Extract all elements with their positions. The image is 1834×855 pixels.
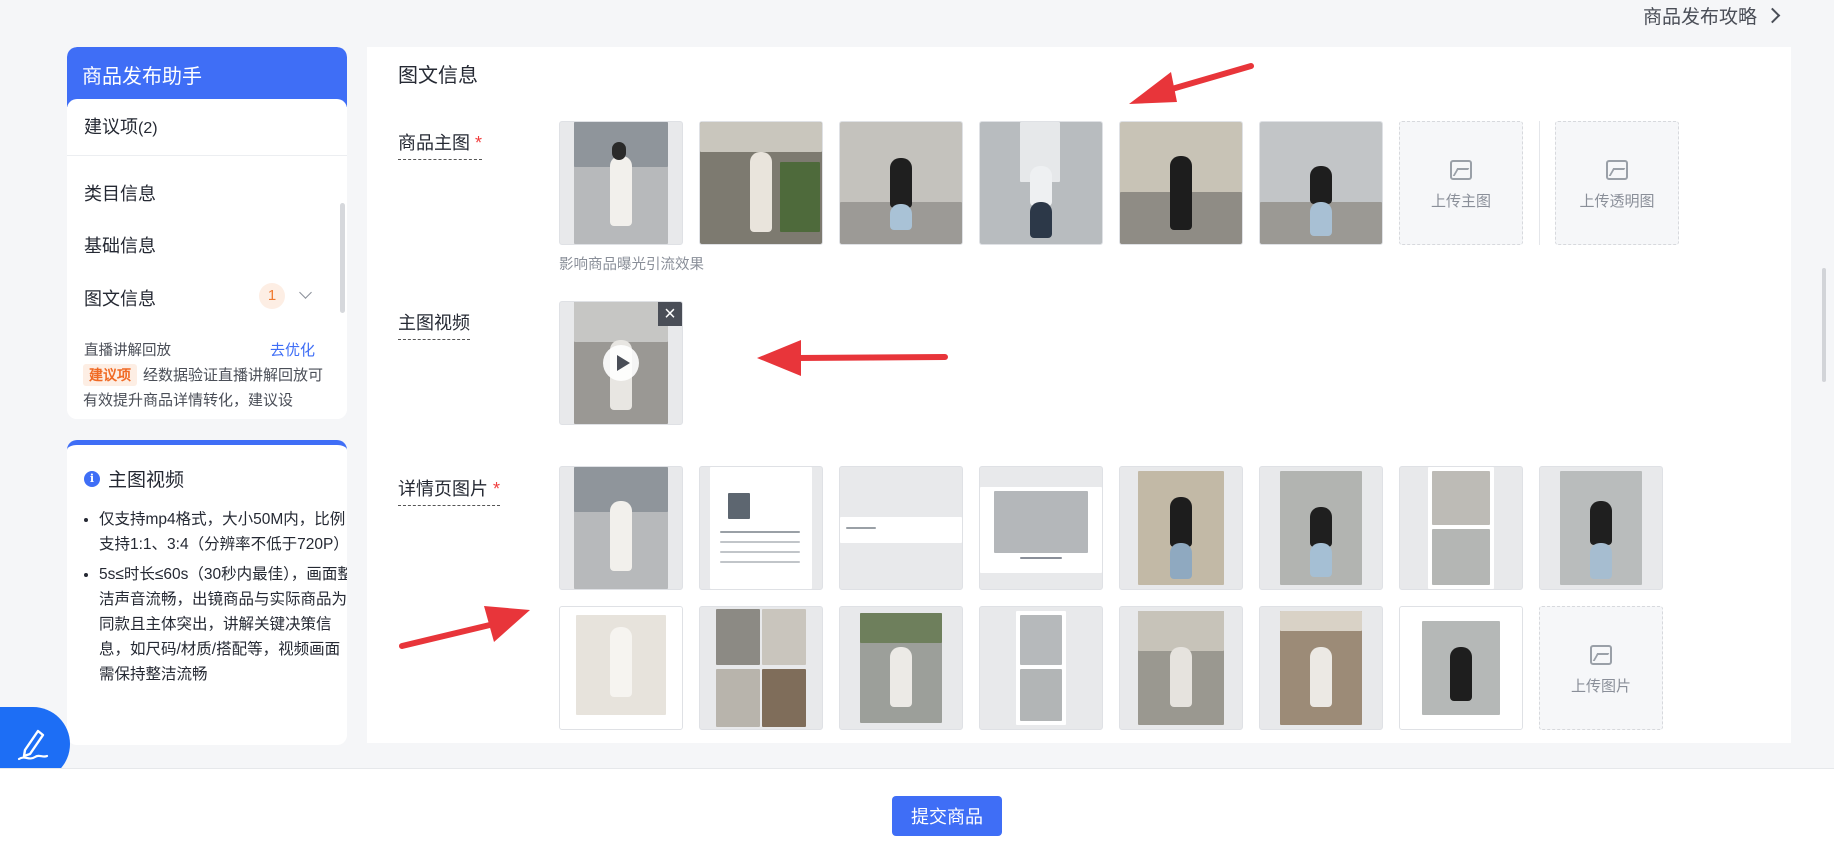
- divider: [1539, 121, 1540, 245]
- upload-transparent-label: 上传透明图: [1579, 193, 1655, 210]
- required-mark: *: [493, 479, 501, 499]
- video-label: 主图视频: [398, 309, 470, 340]
- detail-image-label-text: 详情页图片: [398, 479, 488, 499]
- main-video-thumb[interactable]: ×: [559, 301, 683, 425]
- video-tip-header: i 主图视频: [84, 465, 184, 492]
- annotation-arrow: [399, 606, 530, 649]
- required-mark: *: [475, 133, 483, 153]
- nav-item-image-text[interactable]: 图文信息: [84, 285, 156, 311]
- detail-image-thumb[interactable]: [699, 466, 823, 590]
- suggestion-tip: 建议项 经数据验证直播讲解回放可有效提升商品详情转化，建议设: [83, 363, 323, 413]
- optimize-link[interactable]: 去优化: [270, 339, 315, 360]
- main-image-hint: 影响商品曝光引流效果: [559, 257, 704, 273]
- page-scrollbar[interactable]: [1822, 268, 1826, 382]
- detail-image-thumb[interactable]: [559, 466, 683, 590]
- main-image-thumb[interactable]: [699, 121, 823, 245]
- detail-image-thumb[interactable]: [979, 466, 1103, 590]
- pen-icon: [17, 729, 49, 761]
- upload-transparent-image-button[interactable]: 上传透明图: [1555, 121, 1679, 245]
- play-icon[interactable]: [603, 345, 639, 381]
- main-image-thumb[interactable]: [1259, 121, 1383, 245]
- detail-image-thumb[interactable]: [1259, 606, 1383, 730]
- detail-image-label: 详情页图片 *: [398, 475, 501, 506]
- section-title: 图文信息: [398, 65, 478, 87]
- nav-badge: 1: [259, 283, 285, 309]
- assistant-body: 建议项(2) 类目信息 基础信息 图文信息 1 直播讲解回放 去优化 建议项 经数…: [67, 99, 347, 419]
- scrollbar[interactable]: [340, 203, 345, 313]
- upload-main-image-label: 上传主图: [1430, 193, 1491, 210]
- detail-image-thumb[interactable]: [979, 606, 1103, 730]
- detail-image-thumb[interactable]: [559, 606, 683, 730]
- detail-image-thumb[interactable]: [1119, 466, 1243, 590]
- list-item: 5s≤时长≤60s（30秒内最佳），画面整洁声音流畅，出镜商品与实际商品为同款且…: [99, 562, 347, 687]
- main-image-label: 商品主图 *: [398, 129, 483, 160]
- publish-assistant-panel: 商品发布助手 建议项(2) 类目信息 基础信息 图文信息 1 直播讲解回放 去优…: [67, 47, 347, 419]
- detail-image-thumb[interactable]: [1119, 606, 1243, 730]
- list-item: 仅支持mp4格式，大小50M内，比例支持1:1、3:4（分辨率不低于720P）: [99, 507, 347, 557]
- upload-detail-image-label: 上传图片: [1570, 678, 1631, 695]
- main-image-label-text: 商品主图: [398, 133, 470, 153]
- video-tip-list: 仅支持mp4格式，大小50M内，比例支持1:1、3:4（分辨率不低于720P） …: [81, 507, 347, 692]
- annotation-arrow: [1129, 63, 1254, 104]
- assistant-title: 商品发布助手: [67, 47, 347, 107]
- suggestion-tag: 建议项: [83, 364, 137, 386]
- suggestion-count: (2): [138, 120, 158, 137]
- detail-image-thumb[interactable]: [839, 466, 963, 590]
- detail-image-thumb[interactable]: [699, 606, 823, 730]
- detail-image-thumb[interactable]: [839, 606, 963, 730]
- chevron-down-icon[interactable]: [299, 286, 312, 299]
- publish-guide-link[interactable]: 商品发布攻略: [1642, 2, 1781, 29]
- image-icon: [1590, 645, 1612, 665]
- video-tip-title: 主图视频: [108, 470, 185, 491]
- nav-item-basic[interactable]: 基础信息: [84, 232, 156, 258]
- image-icon: [1450, 160, 1472, 180]
- video-tip-panel: i 主图视频 仅支持mp4格式，大小50M内，比例支持1:1、3:4（分辨率不低…: [67, 440, 347, 745]
- detail-image-thumb[interactable]: [1539, 466, 1663, 590]
- info-icon: i: [84, 470, 100, 487]
- upload-detail-image-button[interactable]: 上传图片: [1539, 606, 1663, 730]
- detail-image-thumb[interactable]: [1399, 606, 1523, 730]
- main-content: 图文信息 商品主图 * 上传主图 上传透明图 影响商品曝光引流效果 主图视频 ×…: [367, 47, 1791, 743]
- chevron-right-icon: [1764, 7, 1781, 24]
- main-image-thumb[interactable]: [839, 121, 963, 245]
- main-image-thumb[interactable]: [979, 121, 1103, 245]
- nav-item-category[interactable]: 类目信息: [84, 180, 156, 206]
- main-image-thumb[interactable]: [559, 121, 683, 245]
- main-image-thumb[interactable]: [1119, 121, 1243, 245]
- annotation-arrow: [757, 340, 948, 376]
- suggestion-label: 建议项: [84, 117, 138, 137]
- publish-guide-label: 商品发布攻略: [1642, 7, 1757, 28]
- suggestion-row[interactable]: 建议项(2): [67, 99, 347, 156]
- submit-product-button[interactable]: 提交商品: [892, 796, 1002, 836]
- upload-main-image-button[interactable]: 上传主图: [1399, 121, 1523, 245]
- detail-image-thumb[interactable]: [1259, 466, 1383, 590]
- close-icon[interactable]: ×: [658, 302, 682, 326]
- footer-bar: 提交商品: [0, 768, 1834, 855]
- detail-image-thumb[interactable]: [1399, 466, 1523, 590]
- image-icon: [1606, 160, 1628, 180]
